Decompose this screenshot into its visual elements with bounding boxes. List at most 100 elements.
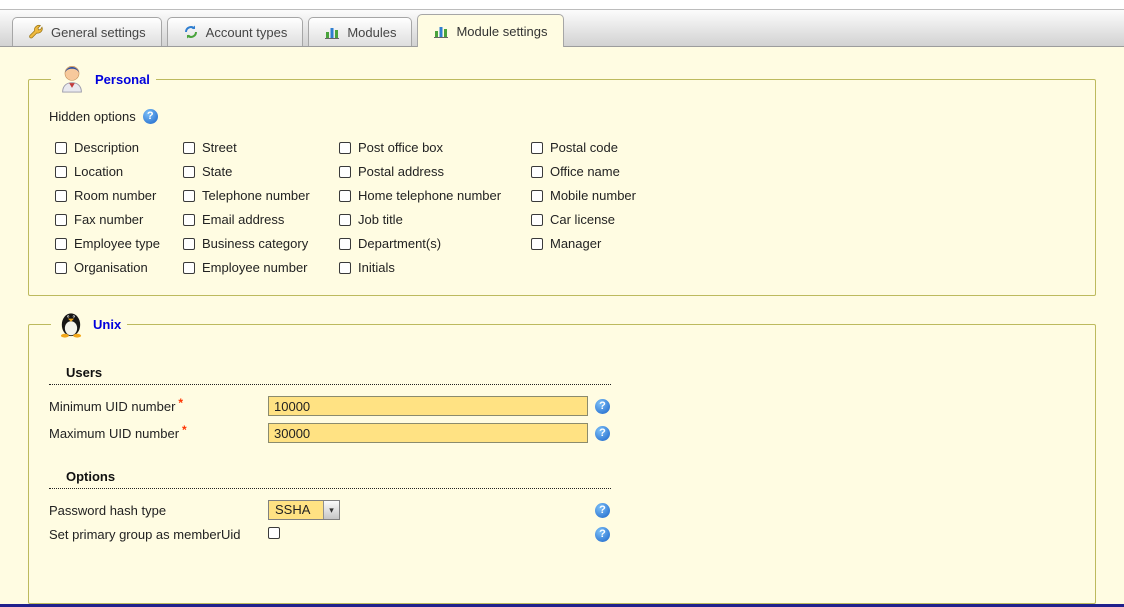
password-hash-row: Password hash type SSHA ▾ ? — [49, 500, 1075, 520]
modules-icon — [324, 24, 340, 40]
required-marker: * — [178, 396, 183, 410]
checkbox[interactable] — [531, 238, 543, 250]
checkbox-option[interactable]: Room number — [55, 188, 183, 203]
checkbox[interactable] — [339, 262, 351, 274]
checkbox[interactable] — [531, 190, 543, 202]
member-uid-cell — [268, 527, 595, 542]
checkbox[interactable] — [183, 166, 195, 178]
password-hash-select[interactable]: SSHA ▾ — [268, 500, 340, 520]
checkbox-option[interactable]: Manager — [531, 236, 1075, 251]
checkbox-label: Postal address — [358, 164, 444, 179]
checkbox-option[interactable]: Initials — [339, 260, 531, 275]
checkbox[interactable] — [183, 262, 195, 274]
personal-title: Personal — [95, 72, 150, 87]
checkbox-option[interactable]: Job title — [339, 212, 531, 227]
checkbox-option[interactable]: Postal address — [339, 164, 531, 179]
tab-module-settings[interactable]: Module settings — [417, 14, 563, 47]
checkbox-label: Fax number — [74, 212, 143, 227]
required-marker: * — [182, 423, 187, 437]
checkbox[interactable] — [339, 190, 351, 202]
checkbox-label: Mobile number — [550, 188, 636, 203]
checkbox-option[interactable]: Department(s) — [339, 236, 531, 251]
wrench-icon — [28, 24, 44, 40]
chevron-down-icon: ▾ — [323, 501, 339, 519]
checkbox[interactable] — [55, 238, 67, 250]
tab-label: Modules — [347, 25, 396, 40]
checkbox-option[interactable]: Telephone number — [183, 188, 339, 203]
checkbox-label: Manager — [550, 236, 601, 251]
checkbox-option[interactable]: Mobile number — [531, 188, 1075, 203]
checkbox[interactable] — [183, 214, 195, 226]
hidden-options-label: Hidden options — [49, 109, 136, 124]
help-icon[interactable]: ? — [595, 503, 610, 518]
unix-legend: Unix — [51, 308, 127, 341]
checkbox-label: Department(s) — [358, 236, 441, 251]
checkbox-option[interactable]: Organisation — [55, 260, 183, 275]
checkbox[interactable] — [339, 214, 351, 226]
maximum-uid-input[interactable] — [268, 423, 588, 443]
checkbox-label: Post office box — [358, 140, 443, 155]
tab-label: Account types — [206, 25, 288, 40]
checkbox[interactable] — [531, 166, 543, 178]
checkbox[interactable] — [339, 142, 351, 154]
checkbox[interactable] — [183, 238, 195, 250]
checkbox-option[interactable]: Post office box — [339, 140, 531, 155]
checkbox[interactable] — [55, 142, 67, 154]
checkbox-label: Postal code — [550, 140, 618, 155]
checkbox[interactable] — [55, 166, 67, 178]
checkbox-label: Employee number — [202, 260, 308, 275]
checkbox-option[interactable]: Employee number — [183, 260, 339, 275]
tab-label: General settings — [51, 25, 146, 40]
member-uid-row: Set primary group as memberUid ? — [49, 527, 1075, 542]
min-uid-label: Minimum UID number* — [49, 399, 268, 414]
checkbox[interactable] — [531, 142, 543, 154]
checkbox[interactable] — [55, 214, 67, 226]
checkbox-option[interactable]: Home telephone number — [339, 188, 531, 203]
help-icon[interactable]: ? — [595, 527, 610, 542]
checkbox-label: Job title — [358, 212, 403, 227]
checkbox-option[interactable]: Description — [55, 140, 183, 155]
tab-general-settings[interactable]: General settings — [12, 17, 162, 46]
checkbox-option[interactable]: Location — [55, 164, 183, 179]
tab-account-types[interactable]: Account types — [167, 17, 304, 46]
checkbox-label: Car license — [550, 212, 615, 227]
minimum-uid-input[interactable] — [268, 396, 588, 416]
unix-title: Unix — [93, 317, 121, 332]
checkbox[interactable] — [183, 190, 195, 202]
checkbox-option[interactable]: Fax number — [55, 212, 183, 227]
settings-content: Personal Hidden options ? Description St… — [0, 47, 1124, 607]
person-icon — [57, 63, 87, 96]
checkbox-option[interactable]: Business category — [183, 236, 339, 251]
options-section-header: Options — [49, 469, 611, 489]
checkbox[interactable] — [55, 262, 67, 274]
checkbox[interactable] — [339, 166, 351, 178]
member-uid-label: Set primary group as memberUid — [49, 527, 268, 542]
personal-legend: Personal — [51, 63, 156, 96]
checkbox-label: Room number — [74, 188, 156, 203]
checkbox[interactable] — [183, 142, 195, 154]
checkbox-option[interactable]: Office name — [531, 164, 1075, 179]
help-icon[interactable]: ? — [595, 426, 610, 441]
checkbox-option[interactable]: Employee type — [55, 236, 183, 251]
min-uid-row: Minimum UID number* ? — [49, 396, 1075, 416]
checkbox[interactable] — [531, 214, 543, 226]
password-hash-cell: SSHA ▾ — [268, 500, 595, 520]
hidden-options-grid: Description Street Post office box Posta… — [55, 140, 1075, 275]
tab-modules[interactable]: Modules — [308, 17, 412, 46]
checkbox-option[interactable]: Postal code — [531, 140, 1075, 155]
max-uid-cell — [268, 423, 595, 443]
checkbox[interactable] — [339, 238, 351, 250]
checkbox[interactable] — [55, 190, 67, 202]
help-icon[interactable]: ? — [143, 109, 158, 124]
checkbox-option[interactable]: Email address — [183, 212, 339, 227]
checkbox-label: Street — [202, 140, 237, 155]
checkbox-label: Employee type — [74, 236, 160, 251]
max-uid-label: Maximum UID number* — [49, 426, 268, 441]
checkbox-option[interactable]: Street — [183, 140, 339, 155]
help-icon[interactable]: ? — [595, 399, 610, 414]
checkbox-option[interactable]: State — [183, 164, 339, 179]
checkbox-label: Location — [74, 164, 123, 179]
checkbox-option[interactable]: Car license — [531, 212, 1075, 227]
member-uid-checkbox[interactable] — [268, 527, 280, 539]
lam-settings-page: General settings Account types — [0, 0, 1124, 607]
